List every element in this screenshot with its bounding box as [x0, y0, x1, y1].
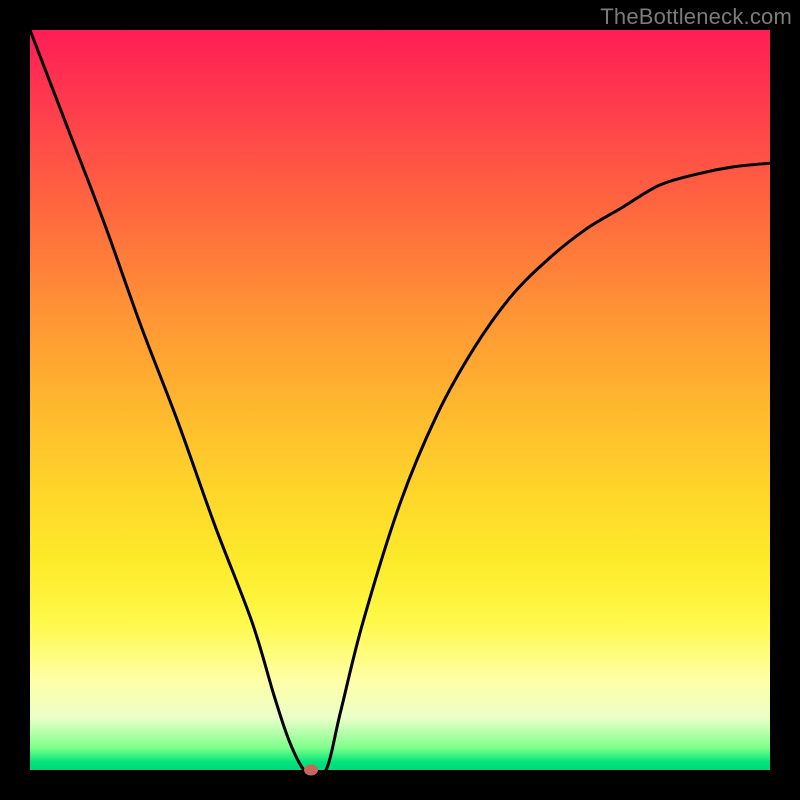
curve-svg: [30, 30, 770, 770]
plot-area: [30, 30, 770, 770]
curve-path: [30, 30, 770, 770]
watermark-text: TheBottleneck.com: [600, 4, 792, 30]
optimum-marker: [304, 765, 318, 776]
chart-frame: TheBottleneck.com: [0, 0, 800, 800]
